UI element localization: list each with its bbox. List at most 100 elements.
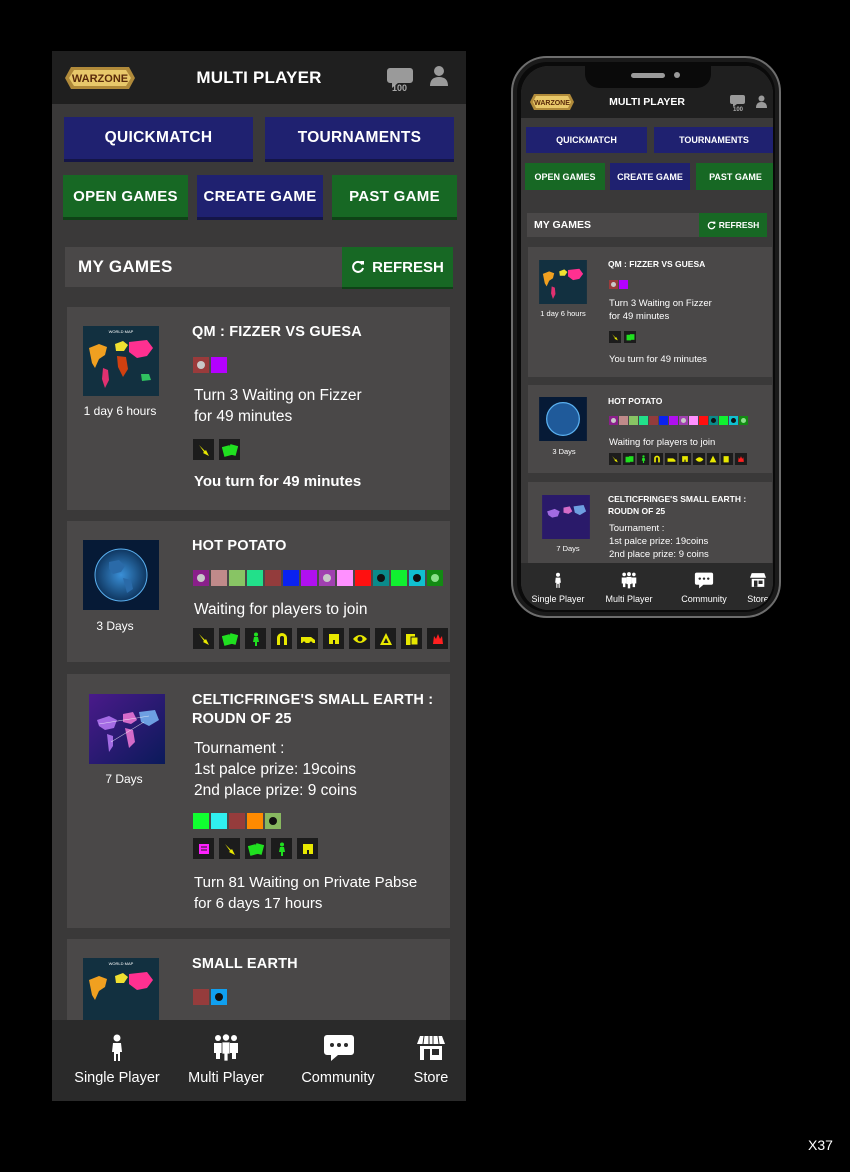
nav-label: Multi Player	[605, 594, 653, 604]
person-icon	[112, 1034, 122, 1061]
cards-icon	[245, 838, 266, 859]
phone-top-bar: WARZONE MULTI PLAYER 100	[521, 66, 773, 118]
refresh-button[interactable]: REFRESH	[342, 247, 453, 287]
game-time-left: 1 day 6 hours	[83, 404, 157, 418]
player-chip	[247, 570, 263, 586]
svg-text:WORLD MAP: WORLD MAP	[109, 329, 134, 334]
past-game-button[interactable]: PAST GAME	[696, 163, 773, 190]
nav-store[interactable]: Store	[406, 1020, 456, 1101]
game-title: CELTICFRINGE'S SMALL EARTH : ROUDN OF 25	[192, 692, 434, 727]
nav-multi-player[interactable]: Multi Player	[599, 563, 659, 610]
game-time-left: 3 Days	[96, 619, 134, 633]
store-icon	[417, 1035, 445, 1060]
tournament-label: Tournament :	[609, 523, 665, 534]
game-title: HOT POTATO	[192, 538, 287, 554]
game-status: Turn 3 Waiting on Fizzer for 49 minutes	[194, 385, 362, 427]
svg-text:WORLD MAP: WORLD MAP	[109, 961, 134, 966]
status-line: Turn 3 Waiting on Fizzer	[194, 387, 362, 404]
nav-multi-player[interactable]: Multi Player	[178, 1020, 274, 1101]
player-colors	[193, 989, 227, 1005]
second-prize: 2nd place prize: 9 coins	[609, 549, 709, 560]
surveillance-icon	[193, 838, 214, 859]
game-time-left: 1 day 6 hours	[540, 309, 586, 318]
game-card[interactable]: 7 Days CELTICFRINGE'S SMALL EARTH : ROUD…	[528, 482, 772, 572]
player-chip	[689, 416, 698, 425]
cards-icon	[219, 628, 240, 649]
refresh-button[interactable]: REFRESH	[699, 213, 767, 237]
game-card[interactable]: 3 Days HOT POTATO Waiting for players to…	[67, 521, 450, 662]
turn-info: You turn for 49 minutes	[609, 354, 707, 365]
phone-notch	[585, 66, 711, 88]
top-bar: WARZONE MULTI PLAYER 100	[52, 51, 466, 104]
chat-icon[interactable]	[730, 94, 745, 108]
player-chip	[247, 813, 263, 829]
multiplayer-screen: WARZONE MULTI PLAYER 100 QUICKMATCH TOUR…	[52, 51, 466, 1101]
create-game-button[interactable]: CREATE GAME	[610, 163, 690, 190]
cards-icon	[623, 453, 635, 465]
nav-label: Multi Player	[188, 1070, 264, 1086]
group-icon	[621, 572, 637, 589]
nav-single-player[interactable]: Single Player	[527, 563, 589, 610]
past-game-button[interactable]: PAST GAME	[332, 175, 457, 217]
soldier-icon	[271, 838, 292, 859]
game-card[interactable]: 1 day 6 hours QM : FIZZER VS GUESA Turn …	[528, 247, 772, 377]
player-chip	[669, 416, 678, 425]
nav-label: Community	[681, 594, 727, 604]
create-game-button[interactable]: CREATE GAME	[197, 175, 323, 217]
reinforcement-card-icon	[193, 628, 214, 649]
nav-community[interactable]: Community	[674, 563, 734, 610]
refresh-label: REFRESH	[718, 220, 760, 230]
nav-community[interactable]: Community	[288, 1020, 388, 1101]
nav-store[interactable]: Store	[743, 563, 773, 610]
player-chip	[729, 416, 738, 425]
game-time-left: 7 Days	[105, 772, 143, 786]
nav-single-player[interactable]: Single Player	[66, 1020, 168, 1101]
player-colors	[193, 813, 281, 829]
player-colors	[193, 570, 443, 586]
watermark-label: X37	[808, 1137, 833, 1153]
bottom-nav: Single Player Multi Player Community Sto…	[52, 1020, 466, 1101]
tournament-info: Tournament : 1st palce prize: 19coins 2n…	[194, 738, 357, 801]
open-games-button[interactable]: OPEN GAMES	[525, 163, 605, 190]
game-card[interactable]: WORLD MAP 1 day 6 hours QM : FIZZER VS G…	[67, 307, 450, 510]
user-icon[interactable]	[429, 65, 449, 87]
chat-count-badge: 100	[392, 83, 408, 93]
game-card[interactable]: 7 Days CELTICFRINGE'S SMALL EARTH : ROUD…	[67, 674, 450, 928]
quickmatch-button[interactable]: QUICKMATCH	[64, 117, 253, 159]
game-time-left: 3 Days	[552, 447, 576, 456]
spy-eye-icon	[349, 628, 370, 649]
blockade-icon	[679, 453, 691, 465]
game-title: QM : FIZZER VS GUESA	[192, 324, 362, 340]
status-line: Turn 3 Waiting on Fizzer	[609, 298, 712, 309]
nav-label: Store	[747, 594, 769, 604]
globe-thumbnail	[83, 540, 159, 610]
open-games-button[interactable]: OPEN GAMES	[63, 175, 188, 217]
soldier-icon	[637, 453, 649, 465]
player-colors	[609, 280, 628, 289]
user-icon[interactable]	[756, 95, 767, 108]
first-prize: 1st palce prize: 19coins	[194, 761, 356, 778]
game-status: Turn 3 Waiting on Fizzer for 49 minutes	[609, 297, 712, 323]
refresh-icon	[352, 260, 365, 273]
speaker	[631, 73, 665, 78]
player-chip	[373, 570, 389, 586]
tournaments-button[interactable]: TOURNAMENTS	[654, 127, 773, 153]
reinforcement-card-icon	[609, 453, 621, 465]
airlift-icon	[665, 453, 677, 465]
game-status: Turn 81 Waiting on Private Pabse for 6 d…	[194, 872, 417, 914]
nav-label: Single Player	[531, 594, 585, 604]
player-chip	[229, 813, 245, 829]
tournament-label: Tournament :	[194, 740, 285, 757]
game-card[interactable]: 3 Days HOT POTATO Waiting for players to…	[528, 385, 772, 473]
world-map-thumbnail: WORLD MAP	[83, 326, 159, 396]
player-chip	[719, 416, 728, 425]
tournaments-button[interactable]: TOURNAMENTS	[265, 117, 454, 159]
bomb-icon	[735, 453, 747, 465]
magnet-icon	[651, 453, 663, 465]
player-chip	[193, 570, 209, 586]
player-chip	[427, 570, 443, 586]
player-chip	[639, 416, 648, 425]
my-games-header: MY GAMES REFRESH	[527, 213, 767, 237]
game-status: Waiting for players to join	[194, 601, 368, 618]
quickmatch-button[interactable]: QUICKMATCH	[526, 127, 647, 153]
